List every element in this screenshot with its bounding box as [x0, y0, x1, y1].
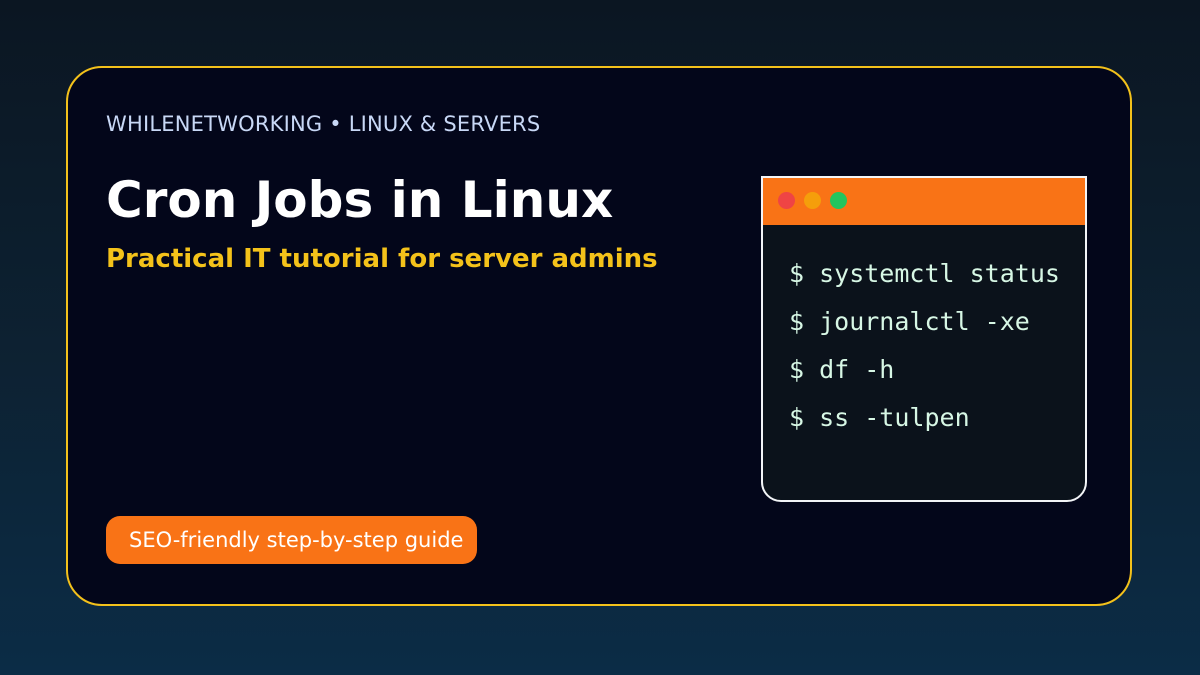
terminal-window: $ systemctl status $ journalctl -xe $ df… [761, 176, 1087, 502]
terminal-line: $ systemctl status [789, 259, 1060, 288]
terminal-line: $ ss -tulpen [789, 403, 970, 432]
terminal-output: $ systemctl status $ journalctl -xe $ df… [789, 250, 1060, 442]
page-title: Cron Jobs in Linux [106, 171, 614, 229]
maximize-dot-icon [830, 192, 847, 209]
hero-card: WHILENETWORKING • LINUX & SERVERS Cron J… [66, 66, 1132, 606]
guide-badge: SEO-friendly step-by-step guide [106, 516, 478, 564]
subtitle: Practical IT tutorial for server admins [106, 244, 658, 274]
terminal-line: $ journalctl -xe [789, 307, 1030, 336]
close-dot-icon [778, 192, 795, 209]
terminal-line: $ df -h [789, 355, 895, 384]
minimize-dot-icon [804, 192, 821, 209]
terminal-title-bar [763, 178, 1085, 225]
eyebrow-label: WHILENETWORKING • LINUX & SERVERS [106, 112, 541, 136]
